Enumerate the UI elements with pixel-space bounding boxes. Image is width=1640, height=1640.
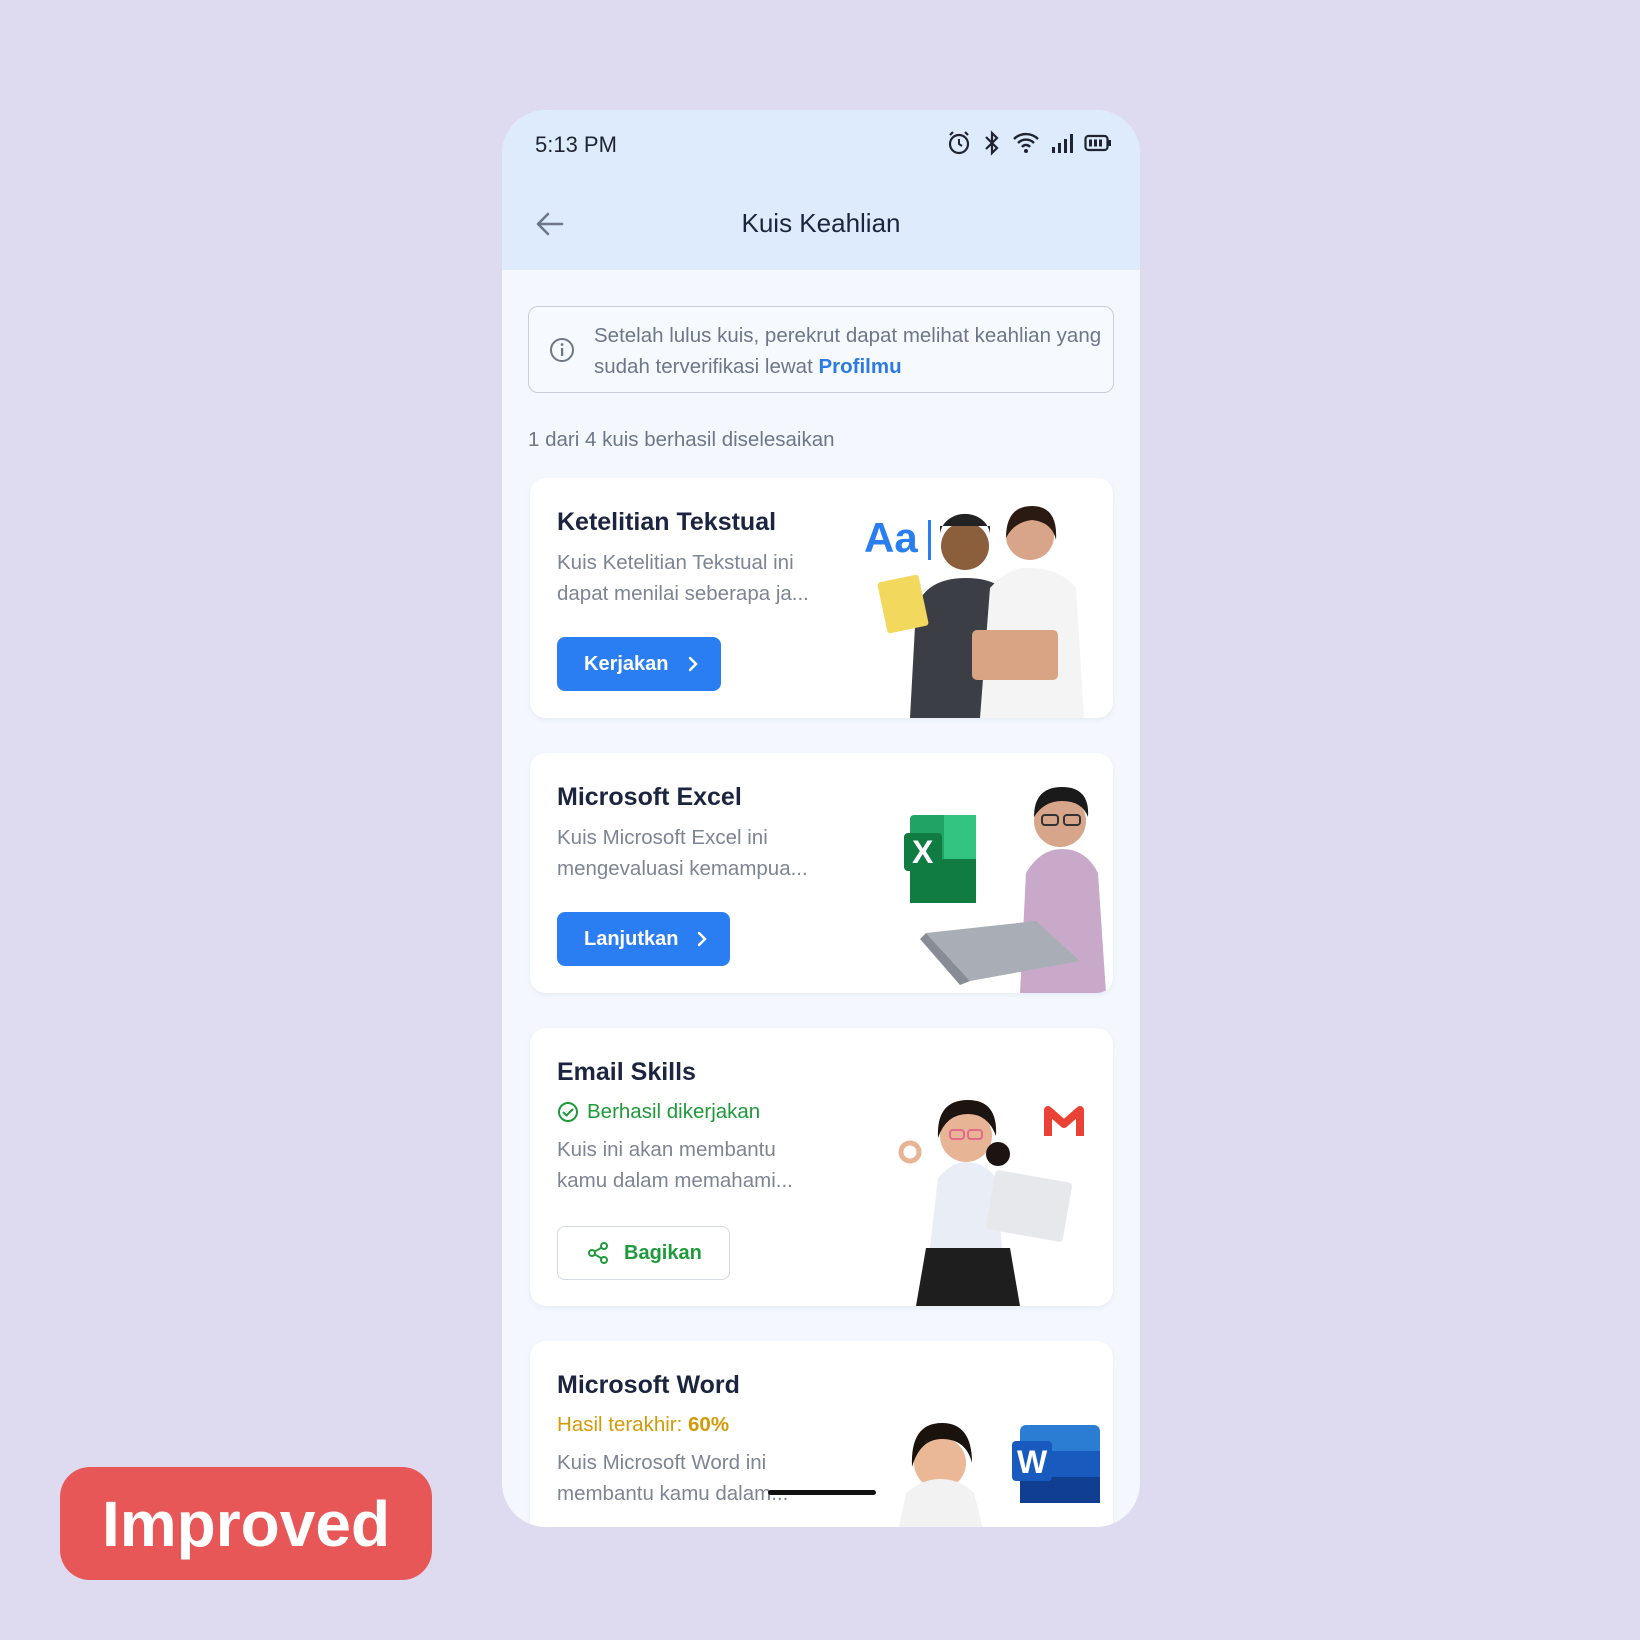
quiz-card-ketelitian: Ketelitian Tekstual Kuis Ketelitian Teks…: [530, 478, 1113, 718]
quiz-title: Microsoft Word: [557, 1371, 740, 1399]
quiz-description: Kuis Ketelitian Tekstual ini dapat menil…: [557, 547, 857, 609]
app-header: 5:13 PM Kuis Keahlian: [502, 110, 1140, 270]
quiz-status-passed: Berhasil dikerjakan: [557, 1100, 760, 1124]
kerjakan-button[interactable]: Kerjakan: [557, 637, 721, 691]
status-time: 5:13 PM: [535, 132, 617, 157]
result-value: 60%: [688, 1413, 730, 1436]
info-banner: Setelah lulus kuis, perekrut dapat melih…: [528, 306, 1114, 393]
chevron-right-icon: [698, 931, 708, 947]
info-text: Setelah lulus kuis, perekrut dapat melih…: [594, 320, 1104, 382]
people-reading-illustration: Aa: [864, 506, 1084, 718]
quiz-desc-line: Kuis ini akan membantu: [557, 1138, 776, 1161]
quiz-desc-line: Kuis Ketelitian Tekstual ini: [557, 551, 794, 574]
quiz-description: Kuis Microsoft Word ini membantu kamu da…: [557, 1447, 857, 1509]
quiz-desc-line: Kuis Microsoft Excel ini: [557, 826, 768, 849]
email-student-illustration: [898, 1100, 1084, 1306]
quiz-desc-line: kamu dalam memahami...: [557, 1169, 793, 1192]
signal-icon: [1052, 134, 1073, 153]
quiz-last-result: Hasil terakhir: 60%: [557, 1413, 729, 1437]
result-label: Hasil terakhir:: [557, 1413, 683, 1436]
quiz-title: Microsoft Excel: [557, 783, 742, 811]
word-icon: W: [1017, 1444, 1048, 1480]
share-button[interactable]: Bagikan: [557, 1226, 730, 1280]
button-label: Kerjakan: [584, 652, 669, 675]
chevron-right-icon: [688, 656, 698, 672]
check-circle-icon: [558, 1102, 578, 1122]
quiz-card-word: Microsoft Word Hasil terakhir: 60% Kuis …: [530, 1341, 1113, 1527]
status-icons: [946, 130, 1112, 156]
status-text: Berhasil dikerjakan: [587, 1100, 761, 1123]
button-label: Bagikan: [624, 1241, 702, 1264]
word-student-illustration: W: [898, 1423, 1100, 1527]
quiz-title: Email Skills: [557, 1058, 696, 1086]
battery-icon: [1084, 134, 1111, 152]
quiz-description: Kuis Microsoft Excel ini mengevaluasi ke…: [557, 822, 857, 884]
quiz-title: Ketelitian Tekstual: [557, 508, 777, 536]
page-title: Kuis Keahlian: [741, 208, 901, 238]
quiz-desc-line: Kuis Microsoft Word ini: [557, 1451, 767, 1474]
phone-screen: 5:13 PM Kuis Keahlian Setelah lulus kuis…: [502, 110, 1140, 1527]
wifi-icon: [1013, 132, 1039, 153]
excel-student-illustration: X: [904, 787, 1106, 993]
info-icon: [550, 338, 574, 362]
lanjutkan-button[interactable]: Lanjutkan: [557, 912, 731, 966]
quiz-progress-text: 1 dari 4 kuis berhasil diselesaikan: [528, 428, 835, 451]
quiz-description: Kuis ini akan membantu kamu dalam memaha…: [557, 1134, 857, 1196]
alarm-icon: [948, 131, 970, 155]
button-label: Lanjutkan: [584, 927, 679, 950]
excel-icon: X: [912, 834, 934, 870]
text-size-icon: Aa: [864, 514, 918, 561]
share-icon: [588, 1242, 608, 1264]
quiz-card-email: Email Skills Berhasil dikerjakan Kuis in…: [530, 1028, 1113, 1306]
home-indicator: [768, 1490, 876, 1495]
profile-link[interactable]: Profilmu: [818, 355, 901, 378]
quiz-card-excel: Microsoft Excel Kuis Microsoft Excel ini…: [530, 753, 1113, 993]
bluetooth-icon: [985, 130, 999, 156]
quiz-desc-line: mengevaluasi kemampua...: [557, 857, 808, 880]
improved-badge: Improved: [60, 1467, 432, 1580]
quiz-desc-line: dapat menilai seberapa ja...: [557, 582, 809, 605]
